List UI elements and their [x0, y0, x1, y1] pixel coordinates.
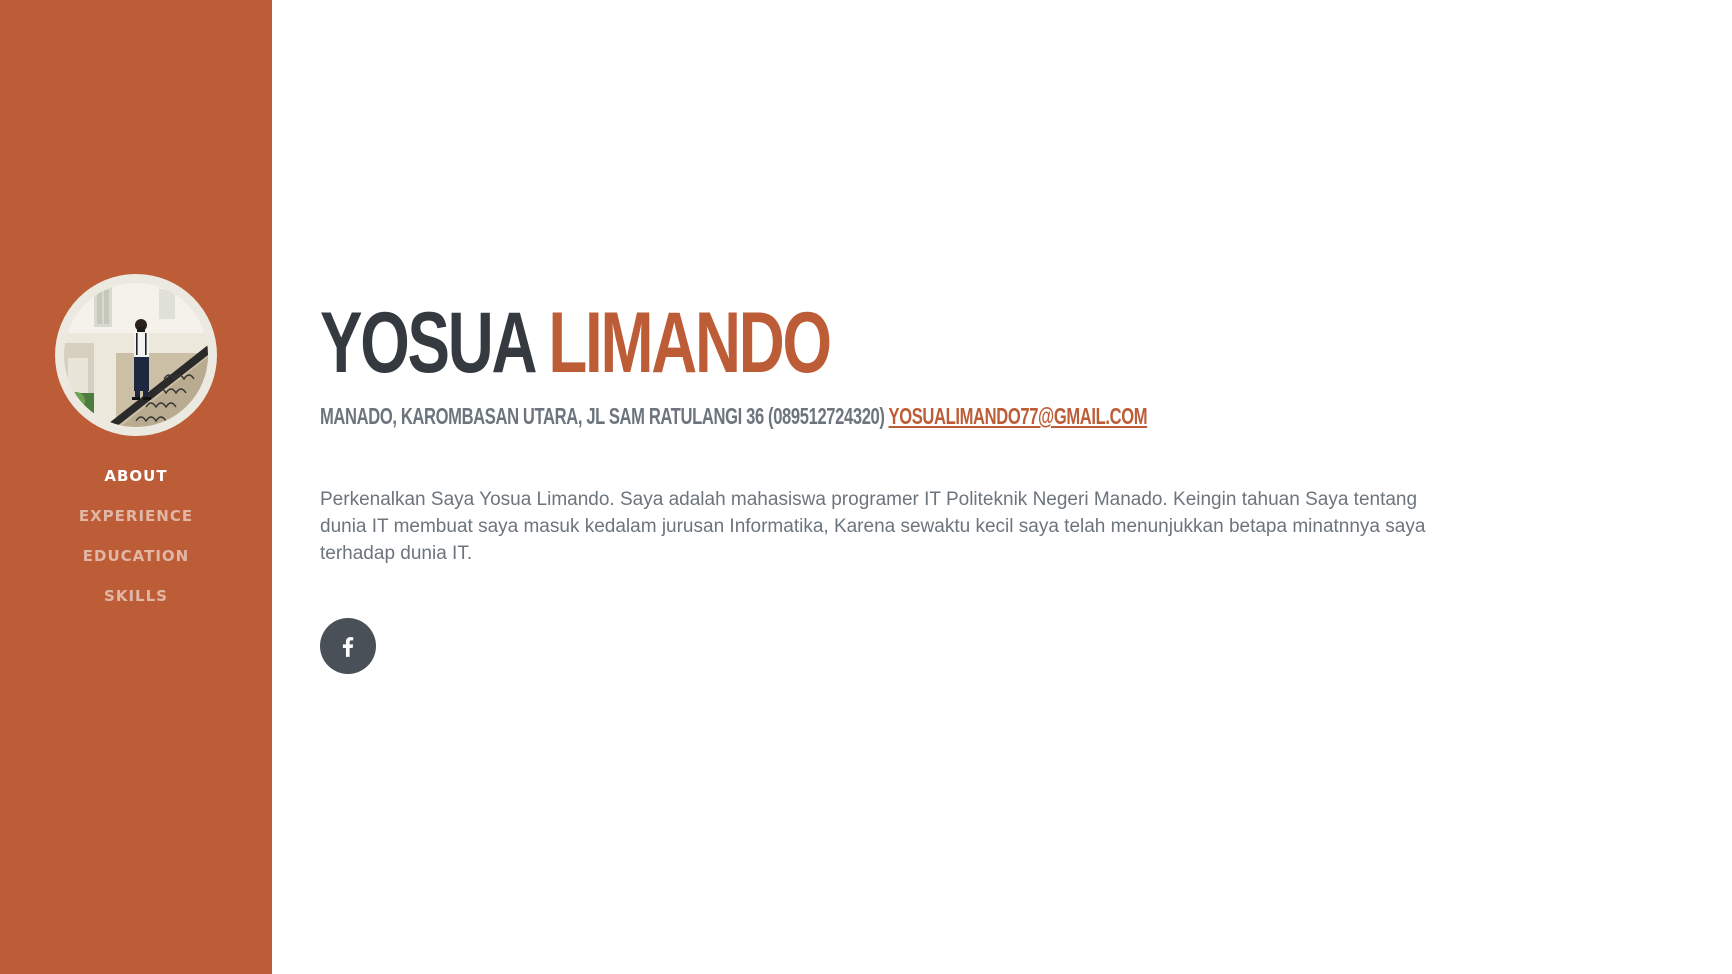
nav-link-experience[interactable]: Experience: [79, 507, 193, 525]
nav-item-about: About: [104, 456, 167, 496]
nav-link-about[interactable]: About: [104, 467, 167, 485]
page-title: YOSUA LIMANDO: [320, 300, 832, 386]
last-name: LIMANDO: [548, 295, 832, 391]
nav-link-education[interactable]: Education: [83, 547, 189, 565]
sidebar: About Experience Education Skills: [0, 0, 272, 974]
contact-subheading: MANADO, KAROMBASAN UTARA, JL SAM RATULAN…: [320, 403, 1148, 429]
about-lead: Perkenalkan Saya Yosua Limando. Saya ada…: [320, 489, 1426, 564]
about-section: YOSUA LIMANDO MANADO, KAROMBASAN UTARA, …: [272, 0, 1732, 974]
first-name: YOSUA: [320, 295, 535, 391]
avatar[interactable]: [55, 274, 217, 436]
nav-item-skills: Skills: [104, 576, 168, 616]
facebook-button[interactable]: [320, 618, 376, 674]
nav-item-experience: Experience: [79, 496, 193, 536]
nav-item-education: Education: [83, 536, 189, 576]
profile-photo: [64, 283, 208, 427]
sidebar-nav: About Experience Education Skills: [79, 456, 193, 616]
facebook-icon: [342, 637, 354, 657]
email-link[interactable]: YOSUALIMANDO77@GMAIL.COM: [889, 403, 1148, 429]
nav-link-skills[interactable]: Skills: [104, 587, 168, 605]
address-text: MANADO, KAROMBASAN UTARA, JL SAM RATULAN…: [320, 403, 885, 429]
